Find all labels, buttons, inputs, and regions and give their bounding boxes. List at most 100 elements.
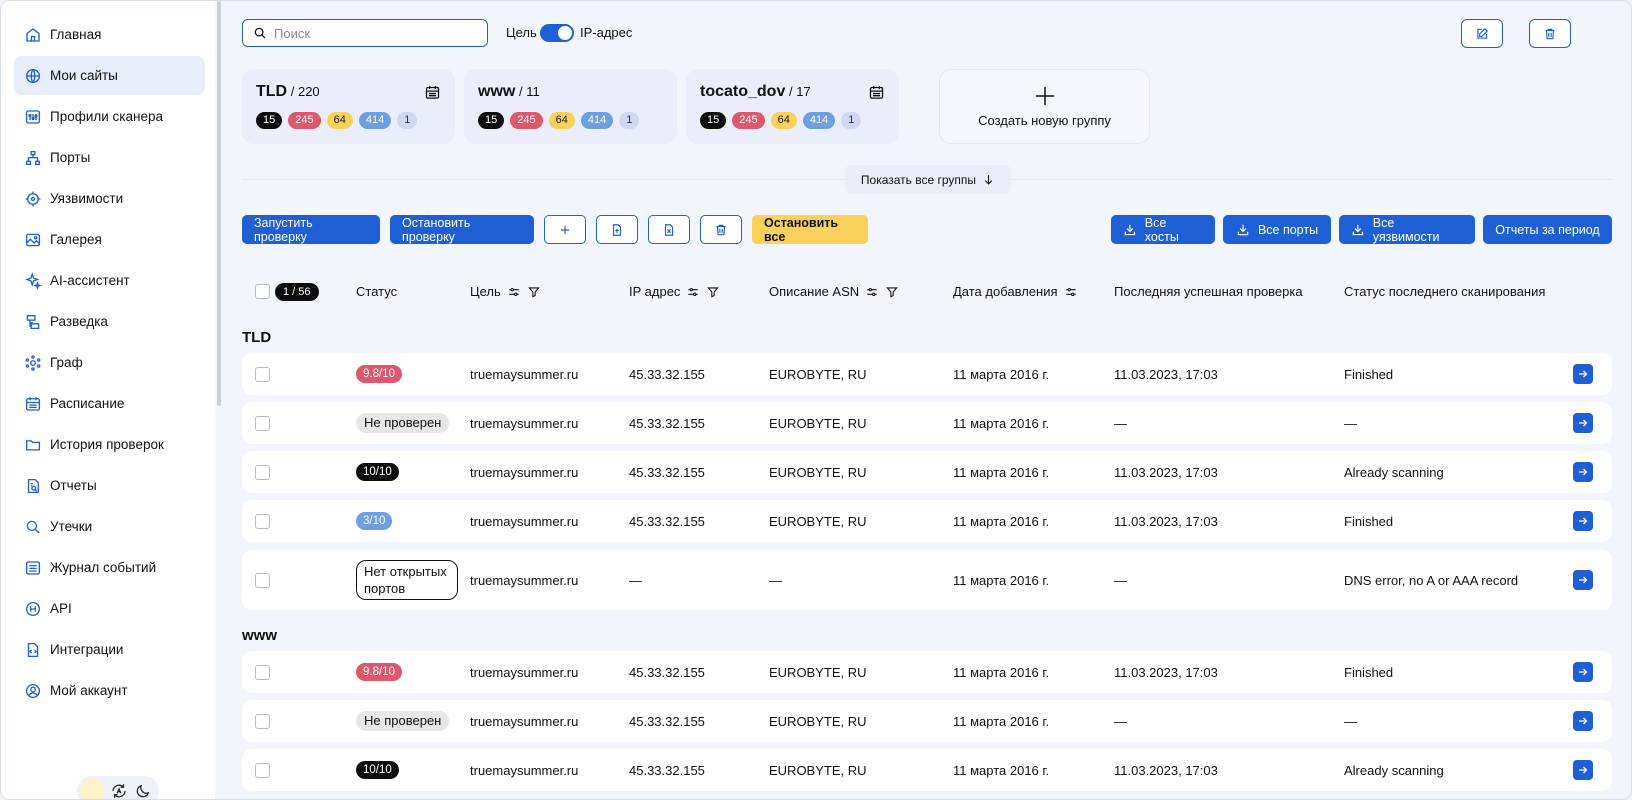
group-card-www[interactable]: www / 11 15 245 64 414 1 [464,69,677,144]
group-card-tocato[interactable]: tocato_dov / 17 15 245 64 414 1 [686,69,899,144]
sidebar-item-home[interactable]: Главная [14,15,205,54]
sidebar-item-gallery[interactable]: Галерея [14,220,205,259]
moon-icon[interactable] [134,782,152,800]
create-group-card[interactable]: Создать новую группу [939,69,1150,144]
target-ip-toggle[interactable] [540,24,574,42]
date-cell: 11 марта 2016 г. [953,415,1050,431]
table-row[interactable]: Нет открытых портов truemaysummer.ru — —… [242,550,1612,610]
row-checkbox[interactable] [255,763,270,778]
auto-theme-icon[interactable] [110,782,128,800]
sort-icon[interactable] [686,285,700,299]
excel-export-button[interactable] [648,215,690,244]
calendar-icon[interactable] [868,84,885,101]
scan-status-cell: Finished [1344,664,1394,680]
sort-icon[interactable] [1064,285,1078,299]
stop-all-button[interactable]: Остановить все [752,215,868,244]
sidebar-item-scan-history[interactable]: История проверок [14,425,205,464]
download-icon [1237,224,1249,235]
column-last-check[interactable]: Последняя успешная проверка [1114,284,1303,299]
search-box[interactable] [242,19,488,47]
sidebar-item-vulnerabilities[interactable]: Уязвимости [14,179,205,218]
sliders-icon [25,109,41,124]
delete-button[interactable] [1529,19,1571,48]
sun-icon[interactable] [80,779,104,799]
row-checkbox[interactable] [255,514,270,529]
row-checkbox[interactable] [255,465,270,480]
badge-critical: 15 [478,112,505,129]
open-row-button[interactable] [1573,511,1593,531]
group-count: / 17 [788,84,811,99]
edit-button[interactable] [1461,19,1503,48]
sidebar-item-graph[interactable]: Граф [14,343,205,382]
open-row-button[interactable] [1573,760,1593,780]
open-row-button[interactable] [1573,662,1593,682]
filter-icon[interactable] [706,285,720,299]
sort-icon[interactable] [865,285,879,299]
row-checkbox[interactable] [255,714,270,729]
filter-icon[interactable] [527,285,541,299]
row-checkbox[interactable] [255,367,270,382]
select-all-checkbox[interactable] [255,284,270,299]
sidebar-item-account[interactable]: Мой аккаунт [14,671,205,710]
open-row-button[interactable] [1573,413,1593,433]
period-reports-button[interactable]: Отчеты за период [1483,215,1612,244]
filter-icon[interactable] [885,285,899,299]
sidebar-item-scanner-profiles[interactable]: Профили сканера [14,97,205,136]
theme-switch[interactable] [77,776,159,800]
open-row-button[interactable] [1573,462,1593,482]
sidebar-item-reports[interactable]: Отчеты [14,466,205,505]
all-vulns-button[interactable]: Все уязвимости [1339,215,1475,244]
target-cell: truemaysummer.ru [470,464,579,480]
column-target[interactable]: Цель [470,284,541,299]
list-icon [25,560,41,575]
arrow-down-icon [984,175,993,185]
row-checkbox[interactable] [255,416,270,431]
section-title: www [242,627,278,644]
import-file-button[interactable] [596,215,638,244]
column-ip[interactable]: IP адрес [629,284,720,299]
badge-info: 1 [619,112,640,129]
stop-scan-button[interactable]: Остановить проверку [390,215,534,244]
open-row-button[interactable] [1573,364,1593,384]
column-scan-status[interactable]: Статус последнего сканирования [1344,284,1545,299]
group-card-tld[interactable]: TLD / 220 15 245 64 414 1 [242,69,455,144]
column-date[interactable]: Дата добавления [953,284,1078,299]
add-button[interactable] [544,215,586,244]
last-check-cell: — [1114,713,1127,729]
all-ports-button[interactable]: Все порты [1223,215,1331,244]
ip-cell: 45.33.32.155 [629,415,705,431]
table-row[interactable]: 10/10 truemaysummer.ru 45.33.32.155 EURO… [242,451,1612,493]
sidebar-item-ai-assistant[interactable]: AI-ассистент [14,261,205,300]
show-all-groups-button[interactable]: Показать все группы [845,165,1011,194]
sidebar-item-event-log[interactable]: Журнал событий [14,548,205,587]
sidebar-item-recon[interactable]: Разведка [14,302,205,341]
table-row[interactable]: 9.8/10 truemaysummer.ru 45.33.32.155 EUR… [242,651,1612,693]
sort-icon[interactable] [507,285,521,299]
image-icon [25,233,41,246]
all-hosts-button[interactable]: Все хосты [1111,215,1215,244]
table-row[interactable]: Не проверен truemaysummer.ru 45.33.32.15… [242,402,1612,444]
sidebar-scrollbar[interactable] [217,1,221,406]
sidebar-item-integrations[interactable]: Интеграции [14,630,205,669]
group-name: www [478,83,516,100]
sidebar-item-api[interactable]: API [14,589,205,628]
sidebar-item-label: История проверок [50,437,164,452]
table-row[interactable]: 10/10 truemaysummer.ru 45.33.32.155 EURO… [242,749,1612,791]
open-row-button[interactable] [1573,570,1593,590]
delete-selected-button[interactable] [700,215,742,244]
search-input[interactable] [274,25,474,41]
row-checkbox[interactable] [255,665,270,680]
open-row-button[interactable] [1573,711,1593,731]
column-asn[interactable]: Описание ASN [769,284,899,299]
table-row[interactable]: Не проверен truemaysummer.ru 45.33.32.15… [242,700,1612,742]
row-checkbox[interactable] [255,573,270,588]
calendar-icon[interactable] [424,84,441,101]
sidebar-item-leaks[interactable]: Утечки [14,507,205,546]
start-scan-button[interactable]: Запустить проверку [242,215,380,244]
table-row[interactable]: 3/10 truemaysummer.ru 45.33.32.155 EUROB… [242,500,1612,542]
column-status[interactable]: Статус [356,284,397,299]
sidebar-item-my-sites[interactable]: Мои сайты [14,56,205,95]
sidebar-item-schedule[interactable]: Расписание [14,384,205,423]
sidebar-item-ports[interactable]: Порты [14,138,205,177]
table-row[interactable]: 9.8/10 truemaysummer.ru 45.33.32.155 EUR… [242,353,1612,395]
